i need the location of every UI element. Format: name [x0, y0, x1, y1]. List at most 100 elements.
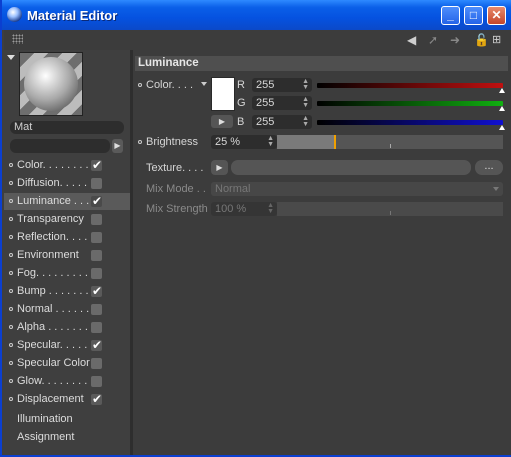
channel-item[interactable]: Alpha . . . . . . .: [4, 319, 130, 336]
channel-checkbox[interactable]: [91, 250, 102, 261]
channel-item[interactable]: Specular Color: [4, 355, 130, 372]
brightness-slider-fill: [277, 135, 334, 149]
channel-dot-icon: [9, 253, 13, 257]
b-label: B: [237, 116, 245, 128]
channel-label: Alpha . . . . . . .: [17, 321, 88, 333]
material-layer-field[interactable]: [10, 139, 110, 153]
channel-item[interactable]: Specular. . . . .: [4, 337, 130, 354]
channel-checkbox[interactable]: [91, 268, 102, 279]
channel-checkbox[interactable]: [91, 157, 102, 174]
r-spinner-icon[interactable]: ▲ ▼: [302, 78, 309, 91]
arrow-left-icon[interactable]: ◀: [407, 33, 416, 47]
material-preview[interactable]: [19, 52, 83, 116]
brightness-spinner-icon[interactable]: ▲ ▼: [267, 135, 274, 148]
channel-checkbox[interactable]: [91, 337, 102, 354]
channel-checkbox[interactable]: [91, 214, 102, 225]
channel-checkbox[interactable]: [91, 232, 102, 243]
title-bar[interactable]: Material Editor _ □ ✕: [2, 0, 511, 30]
mix-strength-slider[interactable]: [277, 202, 503, 216]
channel-checkbox[interactable]: [91, 283, 102, 300]
minimize-button[interactable]: _: [441, 6, 460, 25]
material-name-field[interactable]: Mat: [10, 121, 124, 134]
maximize-button[interactable]: □: [464, 6, 483, 25]
texture-menu-button[interactable]: ▶: [211, 160, 228, 175]
b-slider[interactable]: [317, 120, 503, 125]
b-value-field[interactable]: 255 ▲ ▼: [252, 115, 312, 129]
channel-checkbox[interactable]: [91, 304, 102, 315]
preview-sphere: [24, 57, 78, 111]
g-value-field[interactable]: 255 ▲ ▼: [252, 96, 312, 110]
channel-dot-icon: [9, 379, 13, 383]
b-spinner-icon[interactable]: ▲ ▼: [302, 115, 309, 128]
channel-checkbox[interactable]: [91, 376, 102, 387]
material-editor-window: Material Editor _ □ ✕ ◀ ➚ ➜ 🔓 ⊞ Mat ▶ Co…: [0, 0, 511, 457]
preview-menu-arrow-icon[interactable]: [7, 55, 15, 60]
channel-label: Diffusion. . . . . .: [17, 177, 94, 189]
g-slider-handle[interactable]: [499, 106, 505, 111]
arrow-right-icon[interactable]: ➜: [450, 33, 460, 47]
b-slider-handle[interactable]: [499, 125, 505, 130]
channel-dot-icon: [9, 325, 13, 329]
luminance-panel: Luminance Color. . . . ▶ R 255 ▲ ▼ G 255 …: [133, 50, 511, 455]
channel-item[interactable]: Luminance . . . .: [4, 193, 130, 210]
r-slider-handle[interactable]: [499, 88, 505, 93]
channel-dot-icon: [9, 217, 13, 221]
channel-label: Color. . . . . . . .: [17, 159, 89, 171]
brightness-keyframe-dot[interactable]: [138, 140, 142, 144]
cinema4d-app-icon: [7, 7, 22, 22]
channel-item[interactable]: Color. . . . . . . .: [4, 157, 130, 174]
arrow-up-right-icon[interactable]: ➚: [428, 33, 438, 47]
brightness-value: 25 %: [215, 136, 241, 148]
mix-strength-value-field[interactable]: 100 % ▲ ▼: [211, 202, 277, 216]
channel-list-panel: Mat ▶ Color. . . . . . . . Diffusion. . .…: [4, 50, 130, 455]
color-keyframe-dot[interactable]: [138, 83, 142, 87]
channel-dot-icon: [9, 343, 13, 347]
color-options-button[interactable]: ▶: [211, 115, 233, 128]
brightness-slider-handle[interactable]: [333, 135, 336, 149]
channel-item[interactable]: Glow. . . . . . . .: [4, 373, 130, 390]
texture-browse-button[interactable]: ...: [475, 160, 503, 175]
g-spinner-icon[interactable]: ▲ ▼: [302, 96, 309, 109]
channel-label: Bump . . . . . . .: [17, 285, 89, 297]
channel-checkbox[interactable]: [91, 193, 102, 210]
brightness-slider[interactable]: [277, 135, 503, 149]
channel-dot-icon: [9, 271, 13, 275]
r-slider[interactable]: [317, 83, 503, 88]
g-value: 255: [256, 97, 275, 109]
toolbar: ◀ ➚ ➜ 🔓 ⊞: [4, 30, 511, 50]
channel-label: Normal . . . . . .: [17, 303, 90, 315]
r-value-field[interactable]: 255 ▲ ▼: [252, 78, 312, 92]
mix-strength-label: Mix Strength: [146, 203, 208, 215]
grip-icon[interactable]: [12, 34, 23, 44]
lock-icon[interactable]: 🔓: [474, 33, 489, 47]
mix-strength-spinner-icon[interactable]: ▲ ▼: [267, 202, 274, 215]
channel-checkbox[interactable]: [91, 178, 102, 189]
channel-item[interactable]: Fog. . . . . . . . .: [4, 265, 130, 282]
new-window-icon[interactable]: ⊞: [492, 33, 501, 46]
channel-checkbox[interactable]: [91, 358, 102, 369]
channel-item[interactable]: Environment: [4, 247, 130, 264]
channel-item[interactable]: Reflection. . . . .: [4, 229, 130, 246]
channel-label: Fog. . . . . . . . .: [17, 267, 88, 279]
g-slider[interactable]: [317, 101, 503, 106]
channel-item[interactable]: Displacement: [4, 391, 130, 408]
channel-checkbox[interactable]: [91, 391, 102, 408]
channel-item[interactable]: Diffusion. . . . . .: [4, 175, 130, 192]
assignment-item[interactable]: Assignment: [17, 431, 74, 443]
mix-mode-dropdown[interactable]: Normal: [211, 182, 503, 196]
channel-dot-icon: [9, 361, 13, 365]
channel-item[interactable]: Normal . . . . . .: [4, 301, 130, 318]
channel-label: Environment: [17, 249, 79, 261]
color-menu-arrow-icon[interactable]: [201, 82, 207, 86]
channel-dot-icon: [9, 235, 13, 239]
close-button[interactable]: ✕: [487, 6, 506, 25]
brightness-slider-tick: [390, 144, 391, 148]
channel-item[interactable]: Transparency: [4, 211, 130, 228]
texture-field[interactable]: [231, 160, 471, 175]
material-layer-button[interactable]: ▶: [112, 139, 123, 153]
brightness-value-field[interactable]: 25 % ▲ ▼: [211, 135, 277, 149]
channel-item[interactable]: Bump . . . . . . .: [4, 283, 130, 300]
channel-checkbox[interactable]: [91, 322, 102, 333]
color-swatch[interactable]: [211, 77, 235, 111]
illumination-item[interactable]: Illumination: [17, 413, 73, 425]
